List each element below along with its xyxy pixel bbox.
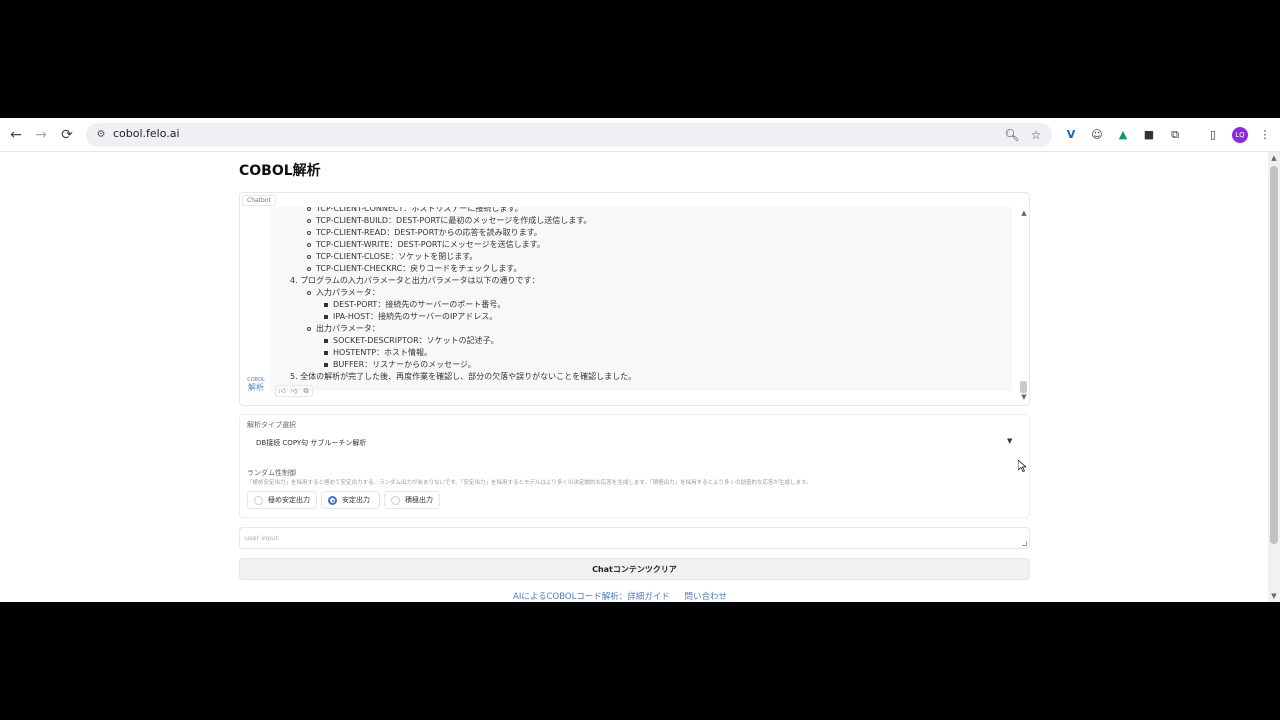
extensions-puzzle-icon[interactable]: ⧉ [1167, 127, 1183, 143]
chat-message-area[interactable]: TCP-CLIENT-CONNECT：ホストリスナーに接続します。 TCP-CLI… [270, 207, 1012, 391]
chat-line: TCP-CLIENT-BUILD：DEST-PORTに最初のメッセージを作成し送… [316, 216, 592, 225]
bot-avatar-big: 解析 [248, 383, 264, 392]
browser-window: ← → ⟳ ⚙ cobol.felo.ai 🔍︎ ☆ V ☺ ▲ ■ ⧉ ▯ L… [0, 118, 1280, 602]
zoom-icon[interactable]: 🔍︎ [1004, 127, 1020, 143]
scroll-up-icon[interactable]: ▲ [1018, 207, 1029, 219]
randomness-label: ランダム性制御 [247, 469, 296, 477]
analysis-type-value: DB接続 COPY句 サブルーチン解析 [256, 439, 367, 447]
list-bullet-icon [307, 255, 311, 259]
page-scrollbar[interactable]: ▲ ▼ [1268, 152, 1280, 602]
chat-line: TCP-CLIENT-CHECKRC：戻りコードをチェックします。 [316, 264, 522, 273]
list-bullet-icon [307, 243, 311, 247]
bookmark-star-icon[interactable]: ☆ [1028, 127, 1044, 143]
clear-chat-button[interactable]: Chatコンテンツクリア [239, 558, 1030, 580]
chat-line: TCP-CLIENT-CONNECT：ホストリスナーに接続します。 [316, 207, 523, 213]
chat-line: DEST-PORT：接続先のサーバーのポート番号。 [333, 300, 506, 309]
input-placeholder: user input [245, 534, 278, 542]
radio-option[interactable]: 極め安定出力 [247, 491, 317, 509]
list-bullet-icon [324, 315, 328, 319]
chat-line: HOSTENTP：ホスト情報。 [333, 348, 433, 357]
list-bullet-icon [307, 231, 311, 235]
user-input-field[interactable]: user input [239, 527, 1030, 549]
chat-line: BUFFER：リスナーからのメッセージ。 [333, 360, 476, 369]
randomness-description: 「極め安定出力」を採用すると極めて安定出力する、ランダム出力があまりないです。「… [247, 480, 812, 486]
chatbot-label: Chatbot [242, 195, 276, 206]
list-bullet-icon [324, 363, 328, 367]
guide-link[interactable]: AIによるCOBOLコード解析：詳細ガイド [513, 592, 670, 602]
radio-button[interactable] [328, 496, 337, 505]
radio-label: 安定出力 [342, 496, 370, 504]
chat-line: 4. プログラムの入力パラメータと出力パラメータは以下の通りです： [290, 276, 540, 285]
mouse-cursor-icon [1018, 460, 1026, 472]
chat-line: TCP-CLIENT-READ：DEST-PORTからの応答を読み取ります。 [316, 228, 542, 237]
radio-button[interactable] [391, 496, 400, 505]
contact-link[interactable]: 問い合わせ [685, 592, 728, 602]
chatbot-panel: Chatbot TCP-CLIENT-CONNECT：ホストリスナーに接続します… [239, 192, 1030, 406]
list-bullet-icon [307, 267, 311, 271]
chat-scrollbar[interactable]: ▲ ▼ [1018, 207, 1028, 403]
drive-icon[interactable]: ▲ [1115, 127, 1131, 143]
message-actions: 👍︎ 👎︎ ⧉ [275, 385, 313, 397]
address-bar[interactable]: ⚙ cobol.felo.ai 🔍︎ ☆ [86, 123, 1052, 147]
browser-toolbar: ← → ⟳ ⚙ cobol.felo.ai 🔍︎ ☆ V ☺ ▲ ■ ⧉ ▯ L… [0, 118, 1280, 152]
url-text[interactable]: cobol.felo.ai [113, 127, 180, 140]
list-bullet-icon [307, 327, 311, 331]
thumbs-down-icon[interactable]: 👎︎ [289, 386, 299, 396]
chat-line: 出力パラメータ： [316, 324, 380, 333]
menu-kebab-icon[interactable]: ⋮ [1257, 127, 1273, 143]
clear-chat-label: Chatコンテンツクリア [592, 565, 677, 574]
list-bullet-icon [307, 291, 311, 295]
chat-line: SOCKET-DESCRIPTOR：ソケットの記述子。 [333, 336, 499, 345]
analysis-type-label: 解析タイプ選択 [247, 421, 296, 429]
forward-arrow-icon[interactable]: → [32, 126, 50, 144]
chat-line: IPA-HOST：接続先のサーバーのIPアドレス。 [333, 312, 498, 321]
page-scroll-thumb[interactable] [1270, 166, 1278, 544]
radio-option[interactable]: 安定出力 [321, 491, 380, 509]
resize-handle-icon[interactable] [1022, 541, 1027, 546]
chat-line: 入力パラメータ： [316, 288, 380, 297]
extension-face-icon[interactable]: ☺ [1089, 127, 1105, 143]
chat-line: TCP-CLIENT-WRITE：DEST-PORTにメッセージを送信します。 [316, 240, 545, 249]
site-info-icon[interactable]: ⚙ [94, 128, 108, 142]
reload-icon[interactable]: ⟳ [58, 126, 76, 144]
page-content: COBOL解析 Chatbot TCP-CLIENT-CONNECT：ホストリス… [0, 152, 1268, 602]
list-bullet-icon [324, 303, 328, 307]
radio-label: 積極出力 [405, 496, 433, 504]
radio-option[interactable]: 積極出力 [384, 491, 440, 509]
chat-line: 5. 全体の解析が完了した後、再度作業を確認し、部分の欠落や誤りがないことを確認… [290, 372, 637, 381]
analysis-type-dropdown[interactable]: DB接続 COPY句 サブルーチン解析 ▼ [247, 436, 1023, 452]
dropdown-caret-icon[interactable]: ▼ [1007, 437, 1012, 445]
profile-avatar[interactable]: LQ [1232, 127, 1248, 143]
footer-links: AIによるCOBOLコード解析：詳細ガイド 問い合わせ [513, 590, 739, 602]
thumbs-up-icon[interactable]: 👍︎ [277, 386, 287, 396]
page-scroll-down-icon[interactable]: ▼ [1268, 590, 1280, 602]
page-scroll-up-icon[interactable]: ▲ [1268, 152, 1280, 164]
side-panel-icon[interactable]: ▯ [1205, 127, 1221, 143]
back-arrow-icon[interactable]: ← [7, 126, 25, 144]
radio-button[interactable] [254, 496, 263, 505]
list-bullet-icon [324, 351, 328, 355]
list-bullet-icon [324, 339, 328, 343]
list-bullet-icon [307, 219, 311, 223]
extension-square-icon[interactable]: ■ [1141, 127, 1157, 143]
copy-icon[interactable]: ⧉ [301, 386, 311, 396]
list-bullet-icon [307, 207, 311, 211]
extension-v-icon[interactable]: V [1063, 127, 1079, 143]
chat-line: TCP-CLIENT-CLOSE：ソケットを閉じます。 [316, 252, 478, 261]
settings-panel: 解析タイプ選択 DB接続 COPY句 サブルーチン解析 ▼ ランダム性制御 「極… [239, 414, 1030, 518]
page-title: COBOL解析 [239, 163, 321, 179]
scroll-down-icon[interactable]: ▼ [1018, 391, 1029, 403]
radio-label: 極め安定出力 [268, 496, 310, 504]
bot-avatar: COBOL 解析 [246, 377, 266, 393]
